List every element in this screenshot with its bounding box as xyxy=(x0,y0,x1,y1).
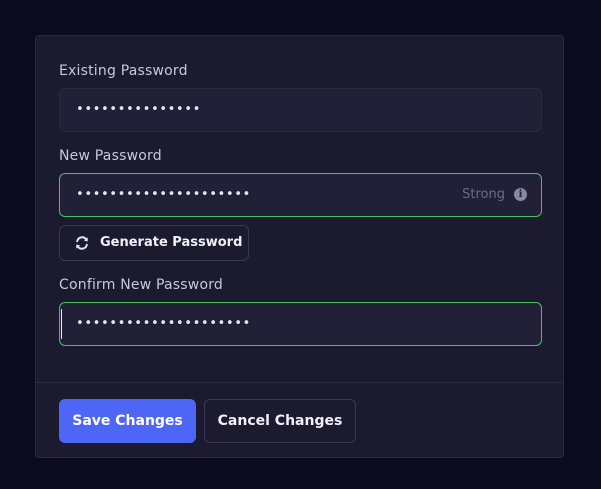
confirm-password-label: Confirm New Password xyxy=(59,277,224,293)
info-icon[interactable]: i xyxy=(514,188,527,201)
refresh-icon xyxy=(76,236,88,250)
text-caret xyxy=(61,309,62,339)
existing-password-field[interactable]: ••••••••••••••• xyxy=(59,88,542,132)
generate-password-button[interactable]: Generate Password xyxy=(59,225,249,261)
existing-password-label: Existing Password xyxy=(59,63,188,79)
confirm-password-field[interactable]: ••••••••••••••••••••• xyxy=(59,302,542,346)
existing-password-value: ••••••••••••••• xyxy=(76,102,201,117)
new-password-label: New Password xyxy=(59,148,162,164)
generate-password-label: Generate Password xyxy=(100,235,243,250)
confirm-password-value: ••••••••••••••••••••• xyxy=(76,316,251,331)
new-password-value: ••••••••••••••••••••• xyxy=(76,187,251,202)
password-strength-label: Strong xyxy=(462,187,505,202)
change-password-card: Existing Password ••••••••••••••• New Pa… xyxy=(35,35,564,458)
cancel-changes-button[interactable]: Cancel Changes xyxy=(204,399,356,443)
save-changes-button[interactable]: Save Changes xyxy=(59,399,196,443)
new-password-field[interactable]: ••••••••••••••••••••• Strong i xyxy=(59,173,542,217)
footer-divider xyxy=(36,382,563,383)
